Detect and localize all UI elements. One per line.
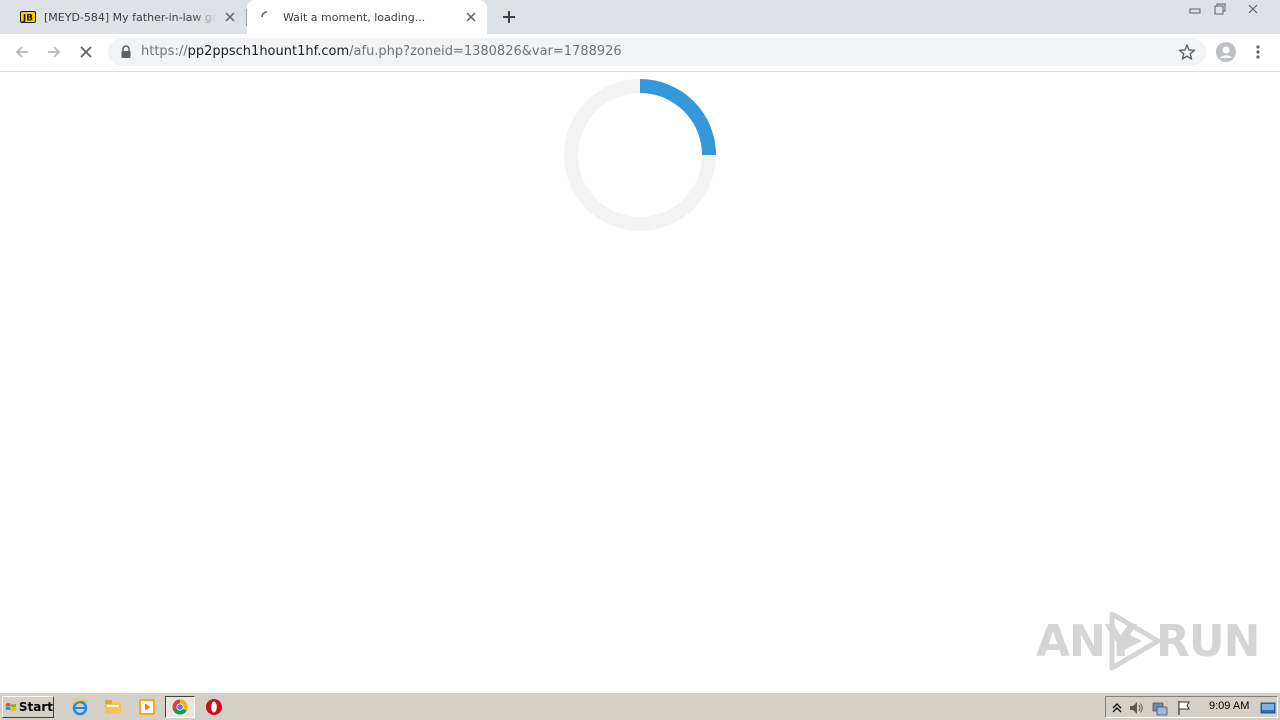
opera-icon[interactable] bbox=[205, 698, 223, 716]
url-text[interactable]: https://pp2ppsch1hount1hf.com/afu.php?zo… bbox=[141, 44, 622, 60]
new-tab-button[interactable] bbox=[498, 6, 520, 28]
url-host: pp2ppsch1hount1hf.com bbox=[187, 44, 350, 59]
plus-icon bbox=[503, 11, 515, 23]
chrome-icon bbox=[172, 699, 188, 715]
menu-button[interactable] bbox=[1245, 39, 1271, 65]
chevron-up-icon[interactable] bbox=[1109, 700, 1125, 716]
address-bar[interactable]: https://pp2ppsch1hount1hf.com/afu.php?zo… bbox=[108, 38, 1206, 66]
kebab-menu-icon bbox=[1256, 45, 1260, 59]
restore-icon bbox=[1214, 3, 1226, 14]
chrome-taskbar-button[interactable] bbox=[165, 696, 195, 718]
tab-meyd[interactable]: JB [MEYD-584] My father-in-law gave me bbox=[8, 0, 246, 34]
minimize-icon bbox=[1189, 8, 1201, 13]
start-button[interactable]: Start bbox=[2, 696, 54, 718]
windows-logo-icon bbox=[5, 702, 17, 712]
tab-loading[interactable]: Wait a moment, loading... bbox=[247, 0, 487, 34]
action-center-flag-icon[interactable] bbox=[1176, 700, 1192, 716]
watermark-text-run: RUN bbox=[1156, 616, 1260, 667]
internet-explorer-icon[interactable] bbox=[71, 698, 89, 716]
loading-spinner-icon bbox=[261, 11, 268, 18]
close-icon bbox=[80, 46, 92, 58]
clock[interactable]: 9:09 AM bbox=[1209, 700, 1249, 712]
minimize-button[interactable] bbox=[1183, 1, 1207, 16]
anyrun-watermark: ANY RUN bbox=[1036, 608, 1260, 672]
profile-button[interactable] bbox=[1213, 39, 1239, 65]
forward-button[interactable] bbox=[41, 39, 67, 65]
avatar-icon bbox=[1216, 42, 1236, 62]
page-content: ANY RUN bbox=[0, 72, 1280, 691]
tab-strip: JB [MEYD-584] My father-in-law gave me W… bbox=[0, 0, 1280, 34]
arrow-right-icon bbox=[48, 46, 61, 58]
taskbar: Start 9:09 AM bbox=[0, 692, 1280, 720]
star-icon[interactable] bbox=[1178, 43, 1196, 61]
browser-toolbar: https://pp2ppsch1hount1hf.com/afu.php?zo… bbox=[0, 34, 1280, 72]
lock-icon bbox=[121, 45, 131, 58]
tab-close-icon[interactable] bbox=[463, 9, 479, 25]
arrow-left-icon bbox=[15, 46, 28, 58]
stop-button[interactable] bbox=[73, 39, 99, 65]
network-icon[interactable] bbox=[1152, 700, 1168, 716]
show-desktop-icon[interactable] bbox=[1260, 700, 1276, 716]
url-scheme: https:// bbox=[141, 44, 188, 59]
start-label: Start bbox=[18, 700, 53, 714]
system-tray: 9:09 AM bbox=[1105, 696, 1278, 718]
tab-close-icon[interactable] bbox=[222, 9, 238, 25]
svg-text:JB: JB bbox=[22, 14, 33, 24]
jb-logo-icon: JB bbox=[20, 11, 36, 24]
spinner-arc bbox=[639, 79, 716, 156]
close-icon bbox=[1248, 4, 1258, 13]
tab-title: Wait a moment, loading... bbox=[283, 10, 426, 24]
speaker-icon[interactable] bbox=[1128, 700, 1144, 716]
media-player-icon[interactable] bbox=[138, 698, 156, 716]
tab-title: [MEYD-584] My father-in-law gave me bbox=[44, 10, 216, 24]
url-path: /afu.php?zoneid=1380826&var=1788926 bbox=[349, 44, 622, 59]
loading-spinner bbox=[564, 79, 716, 231]
back-button[interactable] bbox=[9, 39, 35, 65]
restore-button[interactable] bbox=[1208, 1, 1232, 16]
close-window-button[interactable] bbox=[1241, 1, 1265, 16]
file-explorer-icon[interactable] bbox=[104, 698, 122, 716]
